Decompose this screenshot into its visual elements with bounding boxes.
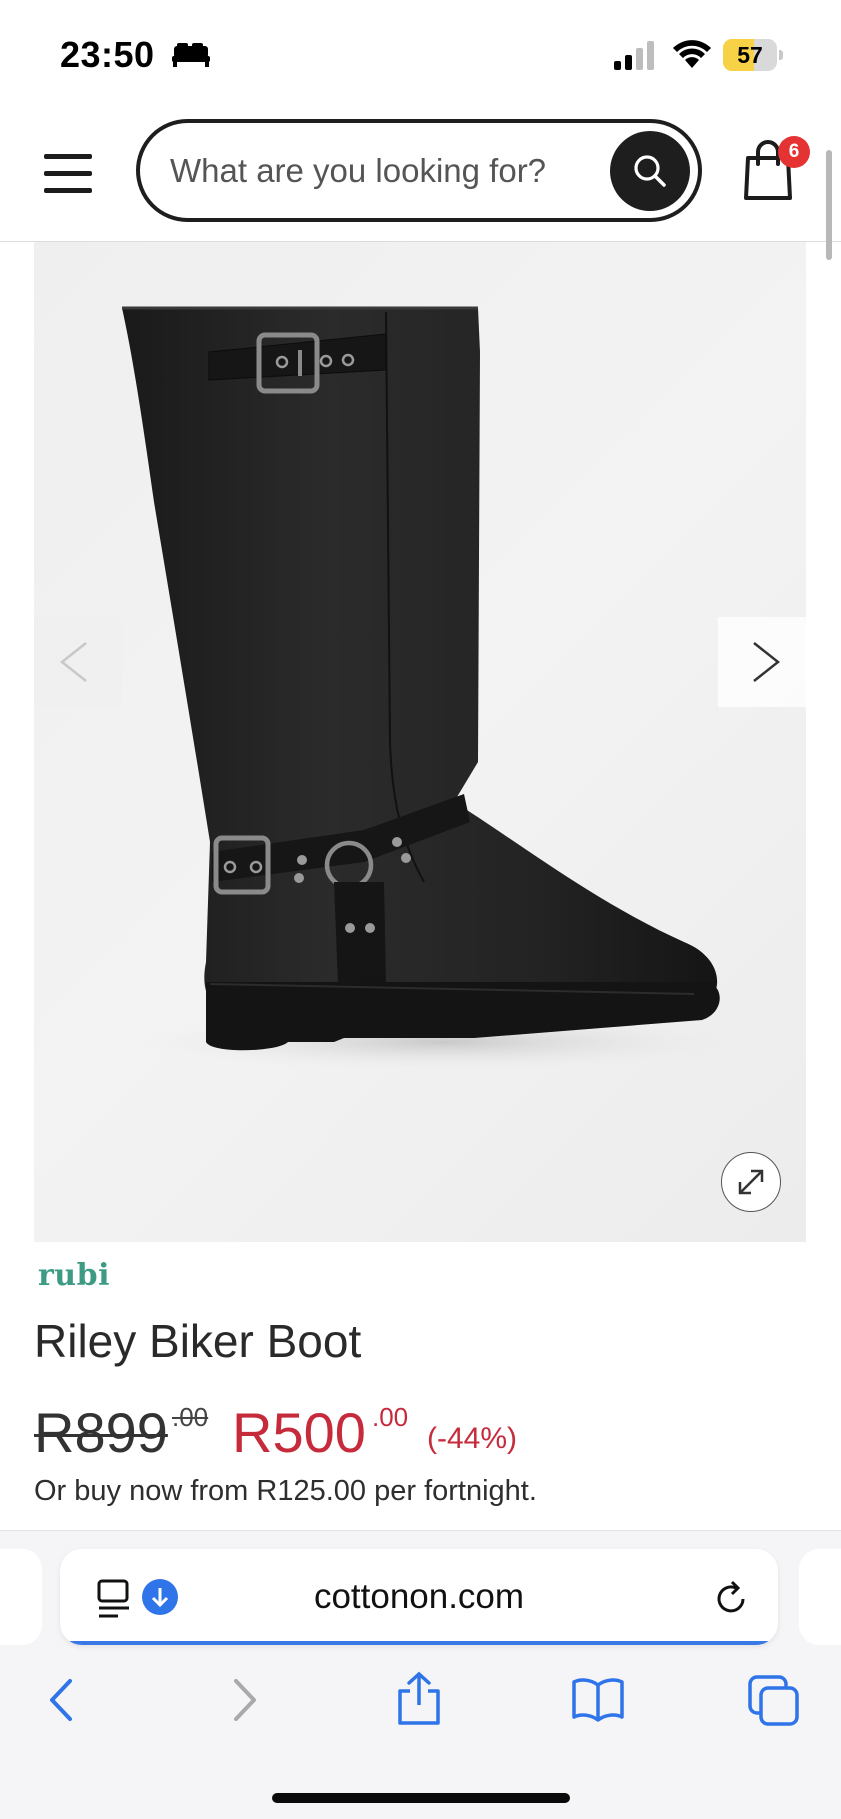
tabs-icon[interactable] [748, 1675, 800, 1727]
expand-image-button[interactable] [721, 1152, 781, 1212]
forward-icon[interactable] [224, 1675, 264, 1725]
bookmarks-icon[interactable] [570, 1677, 626, 1723]
chevron-right-icon [753, 642, 781, 682]
url-text[interactable]: cottonon.com [60, 1577, 778, 1617]
cart-count-badge: 6 [778, 136, 810, 168]
discount-percent: (-44%) [427, 1422, 518, 1455]
carousel-prev-button[interactable] [34, 617, 122, 707]
search-button[interactable] [610, 131, 690, 211]
cart-button[interactable]: 6 [740, 134, 810, 204]
search-input[interactable] [170, 145, 590, 197]
sale-price: R500 [232, 1401, 366, 1464]
page-load-progress [60, 1641, 778, 1645]
search-icon [634, 155, 666, 187]
address-bar[interactable]: cottonon.com [60, 1549, 778, 1645]
sleep-mode-icon [172, 43, 210, 67]
brand-name[interactable]: rubi [38, 1258, 110, 1293]
product-boot-image [122, 306, 764, 1072]
installment-info: Or buy now from R125.00 per fortnight. [34, 1475, 537, 1507]
home-indicator[interactable] [272, 1793, 570, 1803]
previous-tab-preview[interactable] [0, 1549, 42, 1645]
product-title: Riley Biker Boot [34, 1315, 362, 1367]
wifi-icon [673, 40, 711, 68]
original-price: R899 [34, 1401, 168, 1464]
chevron-left-icon [59, 642, 87, 682]
battery-level: 57 [737, 42, 763, 68]
status-time: 23:50 [60, 34, 155, 75]
page-scrollbar[interactable] [826, 150, 832, 260]
site-header: 6 [0, 110, 841, 242]
cellular-signal-icon [614, 41, 654, 70]
expand-icon [738, 1169, 764, 1195]
original-price-cents: .00 [172, 1402, 209, 1432]
back-icon[interactable] [42, 1675, 82, 1725]
status-bar: 23:50 57 [0, 0, 841, 110]
browser-toolbar: cottonon.com [0, 1530, 841, 1819]
product-image-carousel[interactable] [34, 242, 806, 1242]
carousel-next-button[interactable] [718, 617, 806, 707]
reload-icon[interactable] [712, 1579, 750, 1617]
share-icon[interactable] [394, 1671, 444, 1727]
menu-icon[interactable] [44, 154, 92, 194]
sale-price-cents: .00 [372, 1402, 409, 1432]
next-tab-preview[interactable] [799, 1549, 841, 1645]
battery-icon: 57 [723, 39, 783, 71]
search-bar [136, 119, 702, 222]
